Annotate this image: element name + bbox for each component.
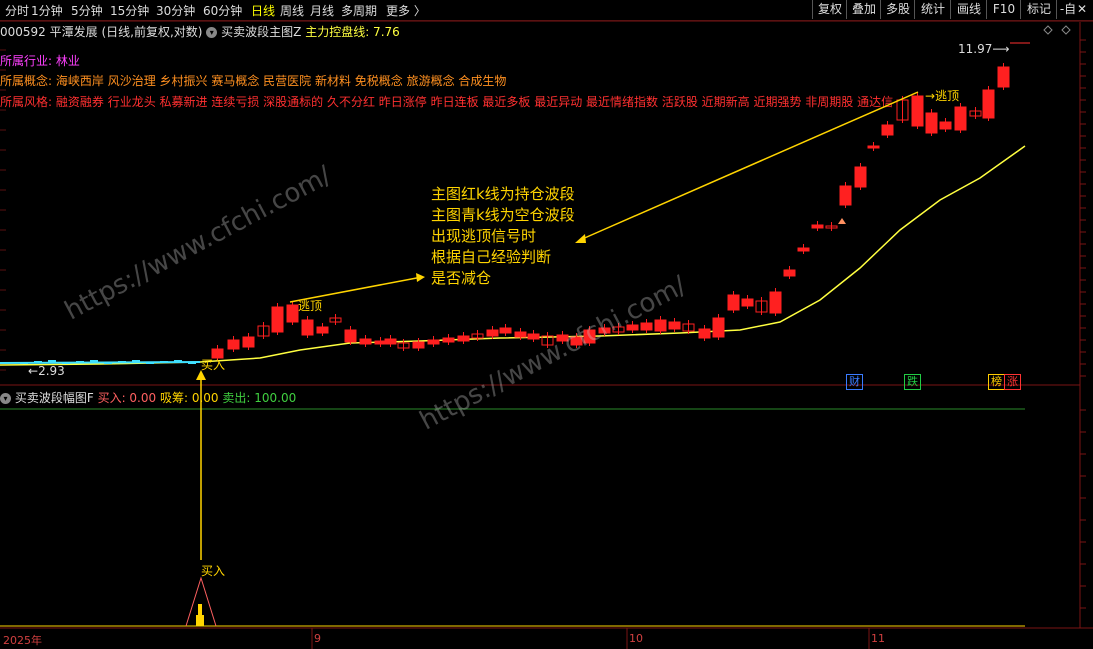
candle-body — [925, 112, 938, 134]
candle-body — [427, 339, 440, 345]
date-label-nov: 11 — [871, 632, 885, 645]
diamond-icon — [1061, 25, 1071, 35]
candle-body — [783, 269, 796, 277]
candle-body — [640, 322, 653, 331]
sub-buy-bar — [198, 604, 202, 615]
cyan-segment — [0, 361, 201, 364]
sub-buy-value: 买入: 0.00 — [97, 391, 157, 405]
annotation-text: 主图红k线为持仓波段 主图青k线为空仓波段 出现逃顶信号时 根据自己经验判断 是… — [431, 185, 575, 287]
diamond-icon — [1043, 25, 1053, 35]
candle-body — [374, 340, 387, 345]
date-label-year: 2025年 — [3, 634, 42, 647]
candle-body — [412, 341, 425, 349]
candle-body-cyan — [90, 360, 98, 362]
candle-body — [359, 338, 372, 345]
candle-body — [982, 89, 995, 119]
candle-body — [769, 291, 782, 314]
candle-body — [668, 321, 681, 330]
escape-top-signal-1: 逃顶 — [298, 299, 323, 313]
buy-signal-sub: 买入 — [201, 564, 226, 578]
candle-body — [384, 338, 397, 345]
event-tag-rise[interactable]: 涨 — [1004, 374, 1021, 390]
escape-top-signal-2: →逃顶 — [925, 87, 960, 104]
arrow-head — [416, 273, 425, 282]
sub-sell-value: 卖出: 100.00 — [222, 391, 297, 405]
candle-body-cyan — [160, 361, 168, 363]
sub-indicator-name[interactable]: 买卖波段幅图F — [15, 391, 94, 405]
candle-body — [811, 224, 824, 229]
candle-body — [881, 124, 894, 136]
candle-body — [527, 333, 540, 340]
candle-body — [514, 331, 527, 338]
sub-chart-header: ▾ 买卖波段幅图F 买入: 0.00 吸筹: 0.00 卖出: 100.00 — [0, 389, 296, 406]
candle-body — [654, 319, 667, 332]
date-label-oct: 10 — [629, 632, 643, 645]
signal-triangle — [838, 218, 846, 224]
candle-body — [712, 317, 725, 338]
candle-body-cyan — [132, 360, 140, 362]
candle-body-cyan — [118, 361, 126, 363]
candle-body — [797, 247, 810, 252]
candle-body — [301, 319, 314, 336]
event-tag-rank[interactable]: 榜 — [988, 374, 1005, 390]
candle-body-cyan — [48, 360, 56, 362]
candle-body — [486, 329, 499, 337]
candle-body — [997, 66, 1010, 88]
sub-buy-bar — [196, 615, 204, 626]
candle-body — [344, 329, 357, 343]
sub-absorb-value: 吸筹: 0.00 — [159, 391, 219, 405]
candle-body-cyan — [188, 362, 196, 364]
candle-body — [286, 304, 299, 323]
candle-body — [316, 326, 329, 334]
high-price-label: 11.97⟶ — [958, 42, 1010, 56]
event-tag-finance[interactable]: 财 — [846, 374, 863, 390]
candle-body — [442, 337, 455, 343]
candle-body-cyan — [76, 361, 84, 363]
candle-body — [499, 327, 512, 334]
candle-body — [854, 166, 867, 188]
candle-body — [911, 95, 924, 127]
candle-body — [457, 335, 470, 342]
candle-body — [954, 106, 967, 131]
candle-body — [741, 298, 754, 307]
arrow-head — [575, 234, 586, 243]
candle-body — [839, 185, 852, 206]
candle-body — [271, 306, 284, 333]
candle-body — [867, 145, 880, 149]
candle-body-cyan — [34, 361, 42, 363]
candle-body-cyan — [146, 362, 154, 364]
date-label-sep: 9 — [314, 632, 321, 645]
candle-body — [939, 121, 952, 130]
candle-body — [227, 339, 240, 350]
candle-body — [727, 294, 740, 311]
candle-body-cyan — [174, 360, 182, 362]
candle-body-cyan — [20, 362, 28, 364]
sub-indicator-dropdown-icon[interactable]: ▾ — [0, 393, 11, 404]
candle-body-cyan — [104, 362, 112, 364]
annotation-arrow-right — [579, 91, 919, 241]
candle-body — [698, 328, 711, 339]
buy-signal-main: 买入 — [201, 358, 226, 372]
event-tag-fall[interactable]: 跌 — [904, 374, 921, 390]
low-price-label: ←2.93 — [28, 364, 65, 378]
candle-body — [242, 336, 255, 348]
